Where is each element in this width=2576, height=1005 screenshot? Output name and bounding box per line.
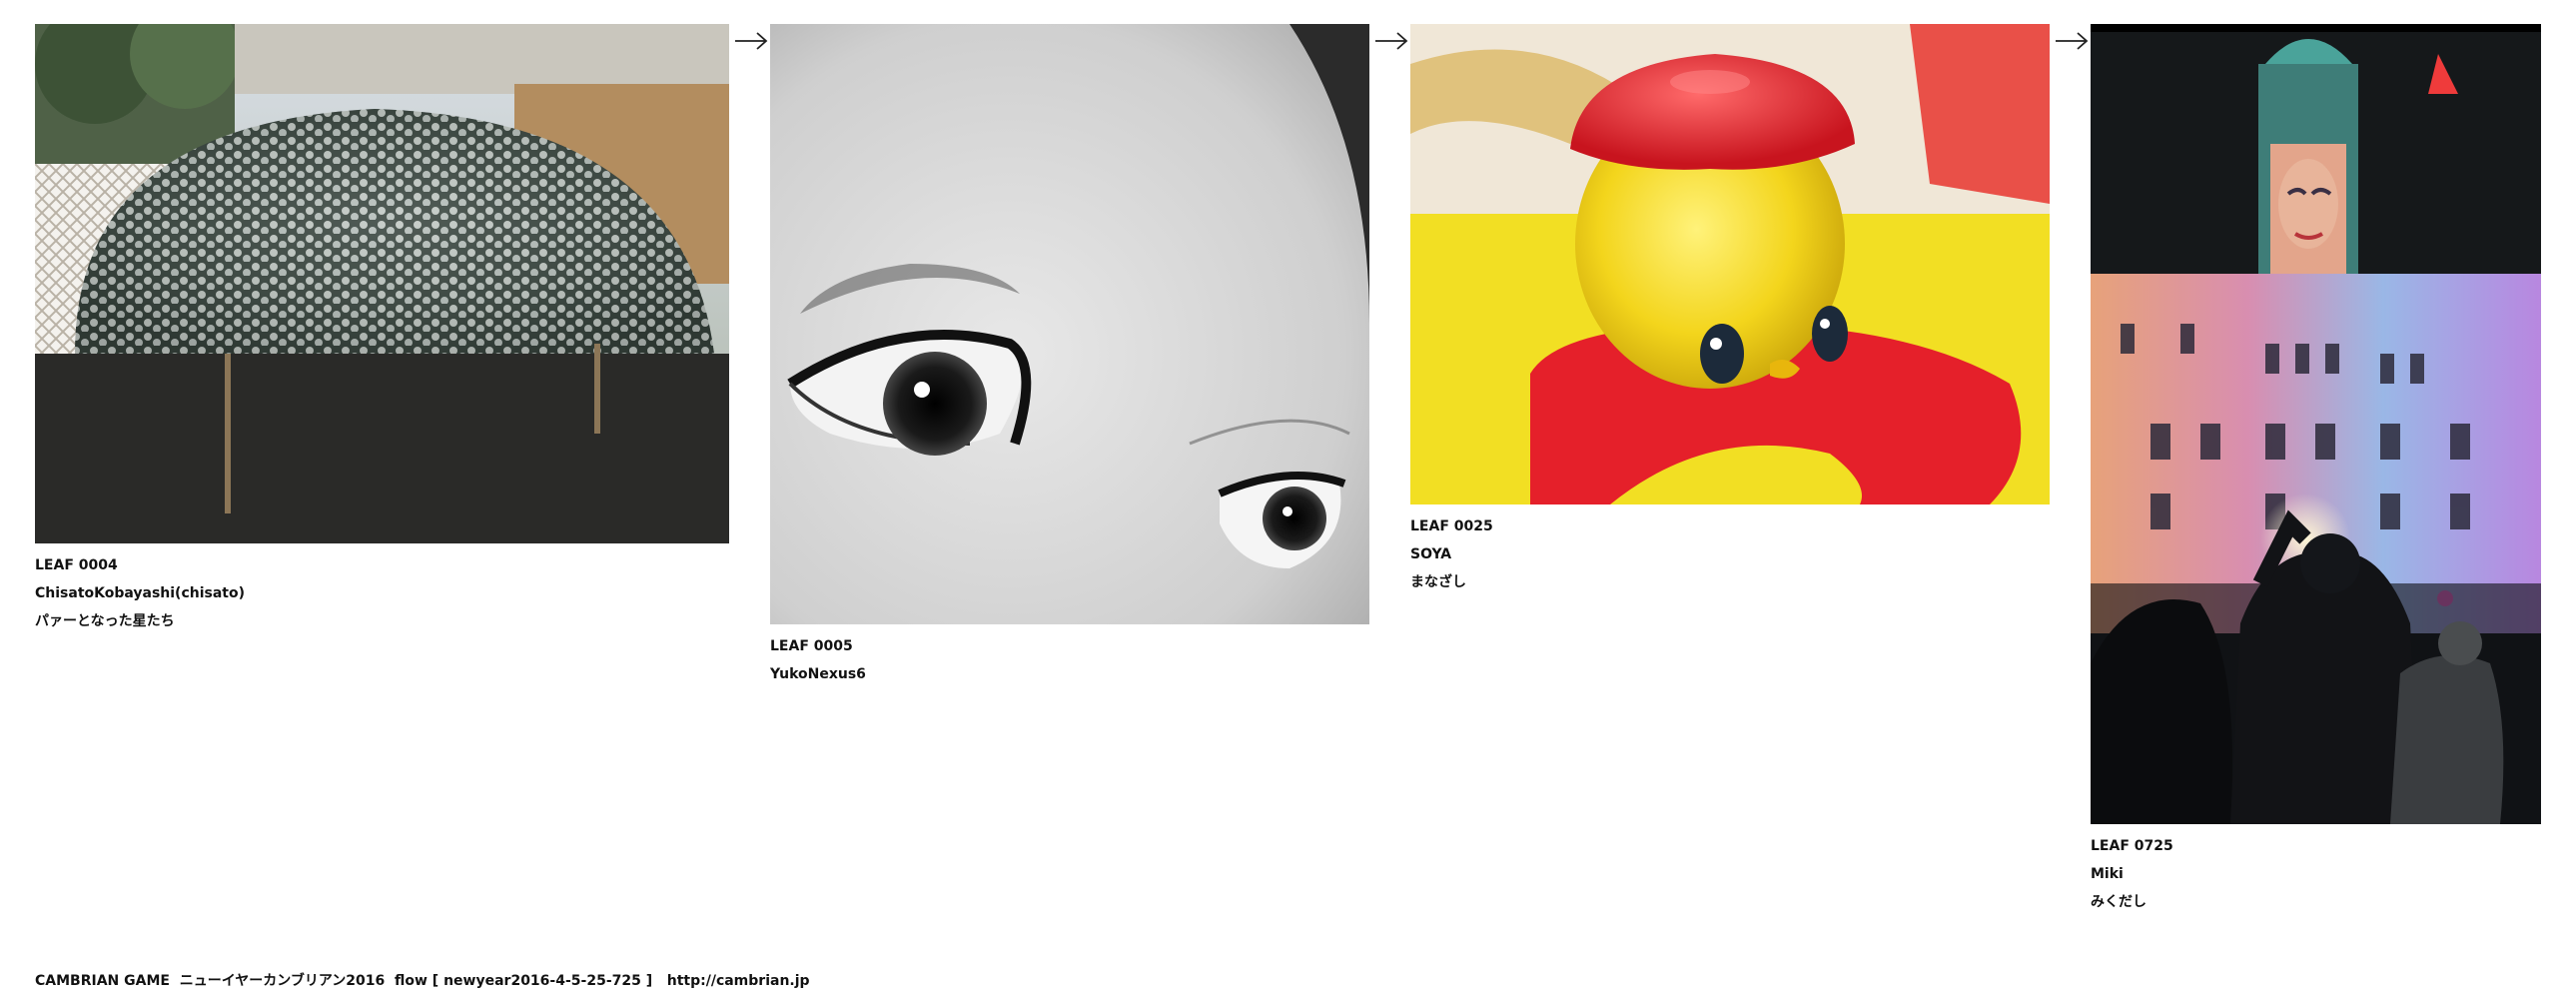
- leaf-caption-0725: LEAF 0725 Miki みくだし: [2091, 832, 2541, 916]
- leaf-photo-0025[interactable]: [1410, 24, 2050, 504]
- leaf-author[interactable]: YukoNexus6: [770, 660, 1369, 688]
- leaf-card-0025[interactable]: LEAF 0025 SOYA まなざし: [1410, 24, 2050, 596]
- leaf-caption-0005: LEAF 0005 YukoNexus6: [770, 632, 1369, 688]
- leaf-photo-0004[interactable]: [35, 24, 729, 543]
- yellow-toy-photo: [1410, 24, 2050, 504]
- leaf-id[interactable]: LEAF 0725: [2091, 832, 2541, 860]
- projection-mapping-photo: [2091, 24, 2541, 824]
- leaf-caption-0004: LEAF 0004 ChisatoKobayashi(chisato) パァーと…: [35, 551, 729, 635]
- leaf-card-0004[interactable]: LEAF 0004 ChisatoKobayashi(chisato) パァーと…: [35, 24, 729, 635]
- right-arrow-icon: [2054, 30, 2090, 52]
- right-arrow-icon: [1373, 30, 1409, 52]
- leaf-title: パァーとなった星たち: [35, 613, 175, 629]
- chrysanthemum-dome-photo: [35, 24, 729, 543]
- right-arrow-icon: [733, 30, 769, 52]
- leaf-card-0005[interactable]: LEAF 0005 YukoNexus6: [770, 24, 1369, 688]
- leaf-id[interactable]: LEAF 0025: [1410, 512, 2050, 540]
- leaf-caption-0025: LEAF 0025 SOYA まなざし: [1410, 512, 2050, 596]
- footer-credits: CAMBRIAN GAME ニューイヤーカンブリアン2016 flow [ ne…: [35, 973, 810, 989]
- leaf-author[interactable]: ChisatoKobayashi(chisato): [35, 579, 729, 607]
- leaf-photo-0725[interactable]: [2091, 24, 2541, 824]
- leaf-photo-0005[interactable]: [770, 24, 1369, 624]
- leaf-title: まなざし: [1410, 574, 1466, 590]
- leaf-card-0725[interactable]: LEAF 0725 Miki みくだし: [2091, 24, 2541, 916]
- leaf-id[interactable]: LEAF 0004: [35, 551, 729, 579]
- leaf-author[interactable]: Miki: [2091, 860, 2541, 888]
- eyes-closeup-photo: [770, 24, 1369, 624]
- leaf-author[interactable]: SOYA: [1410, 540, 2050, 568]
- leaf-title: みくだし: [2091, 894, 2147, 910]
- leaf-id[interactable]: LEAF 0005: [770, 632, 1369, 660]
